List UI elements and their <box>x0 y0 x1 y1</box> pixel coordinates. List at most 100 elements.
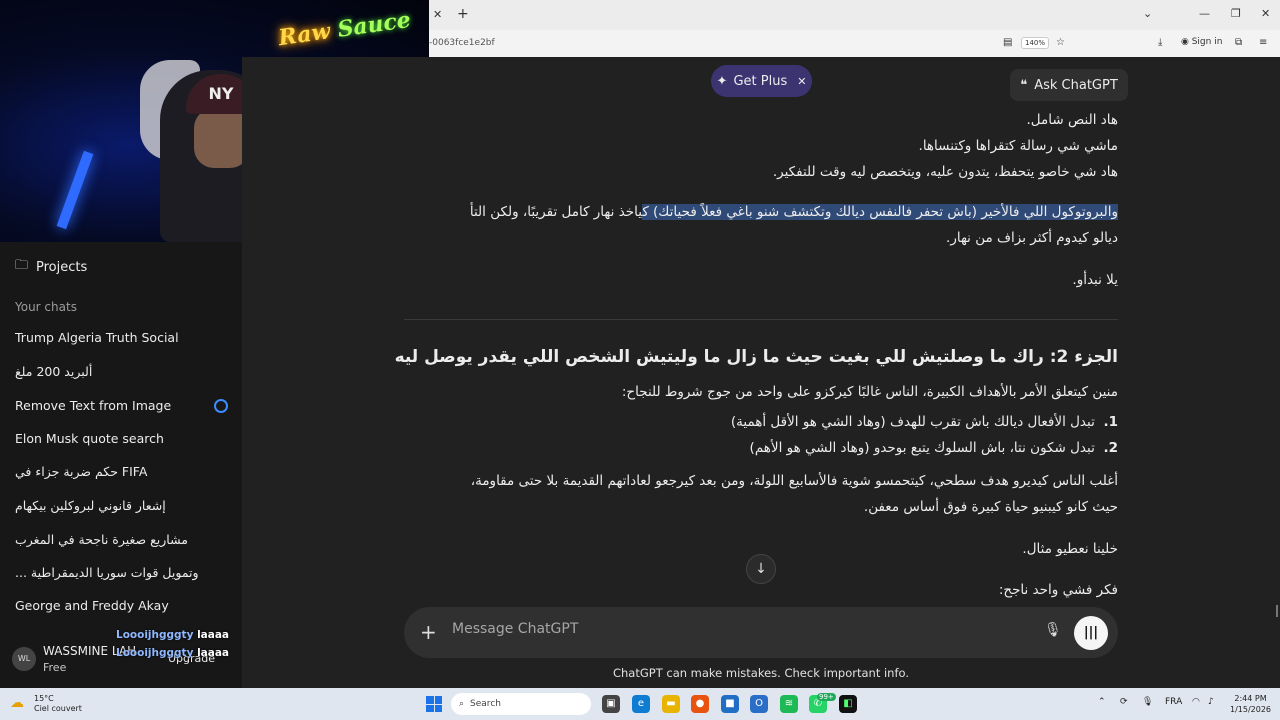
scroll-down-button[interactable]: ↓ <box>746 554 776 584</box>
dismiss-icon[interactable]: ✕ <box>797 75 806 88</box>
list-number: 1. <box>1103 414 1118 430</box>
downloads-icon[interactable]: ⤓ <box>1158 37 1162 48</box>
address-bar[interactable]: -0063fce1e2bf ▤ 140% ☆ ⤓ ◉ Sign in ⧉ ≡ <box>429 33 1280 55</box>
signin-button[interactable]: ◉ Sign in <box>1181 37 1222 47</box>
outlook-icon[interactable]: O <box>750 695 768 713</box>
chat-item[interactable]: Trump Algeria Truth Social <box>15 330 230 345</box>
message-line: يلا نبدأو. <box>1072 272 1118 288</box>
wifi-icon[interactable]: ◠ <box>1192 697 1200 707</box>
menu-icon[interactable]: ≡ <box>1259 37 1267 48</box>
plus-icon[interactable]: + <box>420 620 437 644</box>
minimize-icon[interactable]: — <box>1199 7 1210 20</box>
sync-icon[interactable]: ⟳ <box>1120 697 1128 707</box>
sparkle-icon: ✦ <box>716 73 728 89</box>
volume-icon[interactable]: ♪ <box>1208 697 1214 707</box>
tab-bar: ✕ + ⌄ — ❐ ✕ <box>429 0 1280 30</box>
stream-chat-line: Loooijhgggty laaaa <box>116 629 229 641</box>
stream-chat-msg: laaaa <box>197 629 230 641</box>
arrow-down-icon: ↓ <box>755 561 767 577</box>
chat-item[interactable]: ألبريد 200 ملغ <box>15 364 230 379</box>
bookmark-star-icon[interactable]: ☆ <box>1056 37 1065 48</box>
message-line: هاد النص شامل. <box>1026 112 1118 128</box>
taskbar: ☁ 15°C Ciel couvert ⌕ Search ▣ e ▬ ● ■ O… <box>0 688 1280 720</box>
list-number: 2. <box>1103 440 1118 456</box>
get-plus-button[interactable]: ✦ Get Plus ✕ <box>711 65 812 97</box>
chat-item[interactable]: Elon Musk quote search <box>15 431 230 446</box>
loading-circle-icon <box>214 399 228 413</box>
weather-cloud-icon[interactable]: ☁ <box>10 695 24 711</box>
projects-link[interactable]: 🗀 Projects <box>15 256 87 278</box>
chat-item[interactable]: مشاريع صغيرة ناجحة في المغرب <box>15 532 230 547</box>
notification-badge: 99+ <box>817 693 836 701</box>
selected-text: والبروتوكول اللي فالأخير (باش تحفر فالنف… <box>642 204 1118 220</box>
firefox-icon[interactable]: ● <box>691 695 709 713</box>
composer: + 🎙 ||| <box>404 607 1118 658</box>
neon-word-1: Raw <box>276 18 332 52</box>
browser-chrome: ✕ + ⌄ — ❐ ✕ -0063fce1e2bf ▤ 140% ☆ ⤓ ◉ S… <box>429 0 1280 57</box>
edge-icon[interactable]: e <box>632 695 650 713</box>
file-explorer-icon[interactable]: ▬ <box>662 695 680 713</box>
microphone-icon[interactable]: 🎙 <box>1044 622 1062 638</box>
list-text: تبدل الأفعال ديالك باش تقرب للهدف (وهاد … <box>730 414 1095 430</box>
chat-item[interactable]: حكم ضربة جزاء في FIFA <box>15 464 230 479</box>
mic-tray-icon[interactable]: 🎙 <box>1142 697 1153 707</box>
chat-item[interactable]: George and Freddy Akay <box>15 598 230 613</box>
message-line: هاد شي خاصو يتحفظ، يتدون عليه، ويتخصص لي… <box>772 164 1118 180</box>
app-icon[interactable]: ◧ <box>839 695 857 713</box>
restore-icon[interactable]: ❐ <box>1231 7 1241 20</box>
chat-item[interactable]: إشعار قانوني لبروكلين بيكهام <box>15 498 230 513</box>
message-line: ديالو كيدوم أكثر بزاف من نهار. <box>946 230 1118 246</box>
neon-light-strip <box>56 150 94 230</box>
user-plan: Free <box>43 661 67 674</box>
start-button[interactable] <box>426 696 442 712</box>
folder-icon: 🗀 <box>15 258 29 273</box>
section-heading: الجزء 2: راك ما وصلتيش للي بغيت حيث ما ز… <box>394 347 1118 367</box>
close-window-icon[interactable]: ✕ <box>1261 7 1270 20</box>
divider <box>404 319 1118 320</box>
ask-chatgpt-button[interactable]: ❝ Ask ChatGPT <box>1010 69 1128 101</box>
zoom-level[interactable]: 140% <box>1021 37 1050 49</box>
extensions-icon[interactable]: ⧉ <box>1235 37 1242 48</box>
weather-temp: 15°C <box>34 694 54 703</box>
message-line: حيث كانو كيبنيو حياة كبيرة فوق أساس معفن… <box>863 499 1118 515</box>
reader-view-icon[interactable]: ▤ <box>1003 37 1012 48</box>
tray-chevron-icon[interactable]: ⌃ <box>1098 697 1106 707</box>
neon-sign: Raw Sauce <box>277 7 413 51</box>
task-view-icon[interactable]: ▣ <box>602 695 620 713</box>
chat-item-label: Remove Text from Image <box>15 398 172 413</box>
language-indicator[interactable]: FRA <box>1165 697 1182 707</box>
weather-widget[interactable]: 15°C Ciel couvert <box>34 694 82 714</box>
list-item: 2. تبدل شكون نتا، باش السلوك يتبع بوحدو … <box>750 440 1118 456</box>
url-text[interactable]: -0063fce1e2bf <box>429 38 495 48</box>
chats-heading: Your chats <box>15 300 77 314</box>
neon-word-2: Sauce <box>335 6 413 43</box>
tab-list-chevron-icon[interactable]: ⌄ <box>1143 7 1152 20</box>
message-paragraph: والبروتوكول اللي فالأخير (باش تحفر فالنف… <box>470 204 1118 220</box>
get-plus-label: Get Plus <box>733 73 788 89</box>
clock-time: 2:44 PM <box>1234 694 1267 703</box>
list-item: 1. تبدل الأفعال ديالك باش تقرب للهدف (وه… <box>731 414 1118 430</box>
message-line: منين كيتعلق الأمر بالأهداف الكبيرة، النا… <box>621 384 1118 400</box>
ask-chatgpt-label: Ask ChatGPT <box>1034 77 1118 93</box>
stream-chat-msg: laaaa <box>197 647 230 659</box>
close-tab-icon[interactable]: ✕ <box>433 8 442 21</box>
search-label: Search <box>470 699 501 709</box>
chat-item-active[interactable]: Remove Text from Image <box>15 398 230 413</box>
search-icon: ⌕ <box>459 699 465 709</box>
signin-label: Sign in <box>1191 37 1223 47</box>
quote-icon: ❝ <box>1020 77 1028 93</box>
scrollbar-thumb[interactable] <box>1276 605 1278 617</box>
chat-item[interactable]: ... وتمويل قوات سوريا الديمقراطية <box>15 565 230 580</box>
spotify-icon[interactable]: ≋ <box>780 695 798 713</box>
message-input[interactable] <box>452 621 1012 637</box>
new-tab-icon[interactable]: + <box>457 6 469 22</box>
clock[interactable]: 2:44 PM 1/15/2026 <box>1230 693 1271 715</box>
avatar: WL <box>12 647 36 671</box>
store-icon[interactable]: ■ <box>721 695 739 713</box>
list-text: تبدل شكون نتا، باش السلوك يتبع بوحدو (وه… <box>749 440 1095 456</box>
taskbar-search[interactable]: ⌕ Search <box>451 693 591 715</box>
message-line: أغلب الناس كيديرو هدف سطحي، كيتحمسو شوية… <box>470 473 1118 489</box>
voice-mode-button[interactable]: ||| <box>1074 616 1108 650</box>
stream-chat-line: Loooijhgggty laaaa <box>116 647 229 659</box>
message-line: خلينا نعطيو مثال. <box>1022 541 1118 557</box>
